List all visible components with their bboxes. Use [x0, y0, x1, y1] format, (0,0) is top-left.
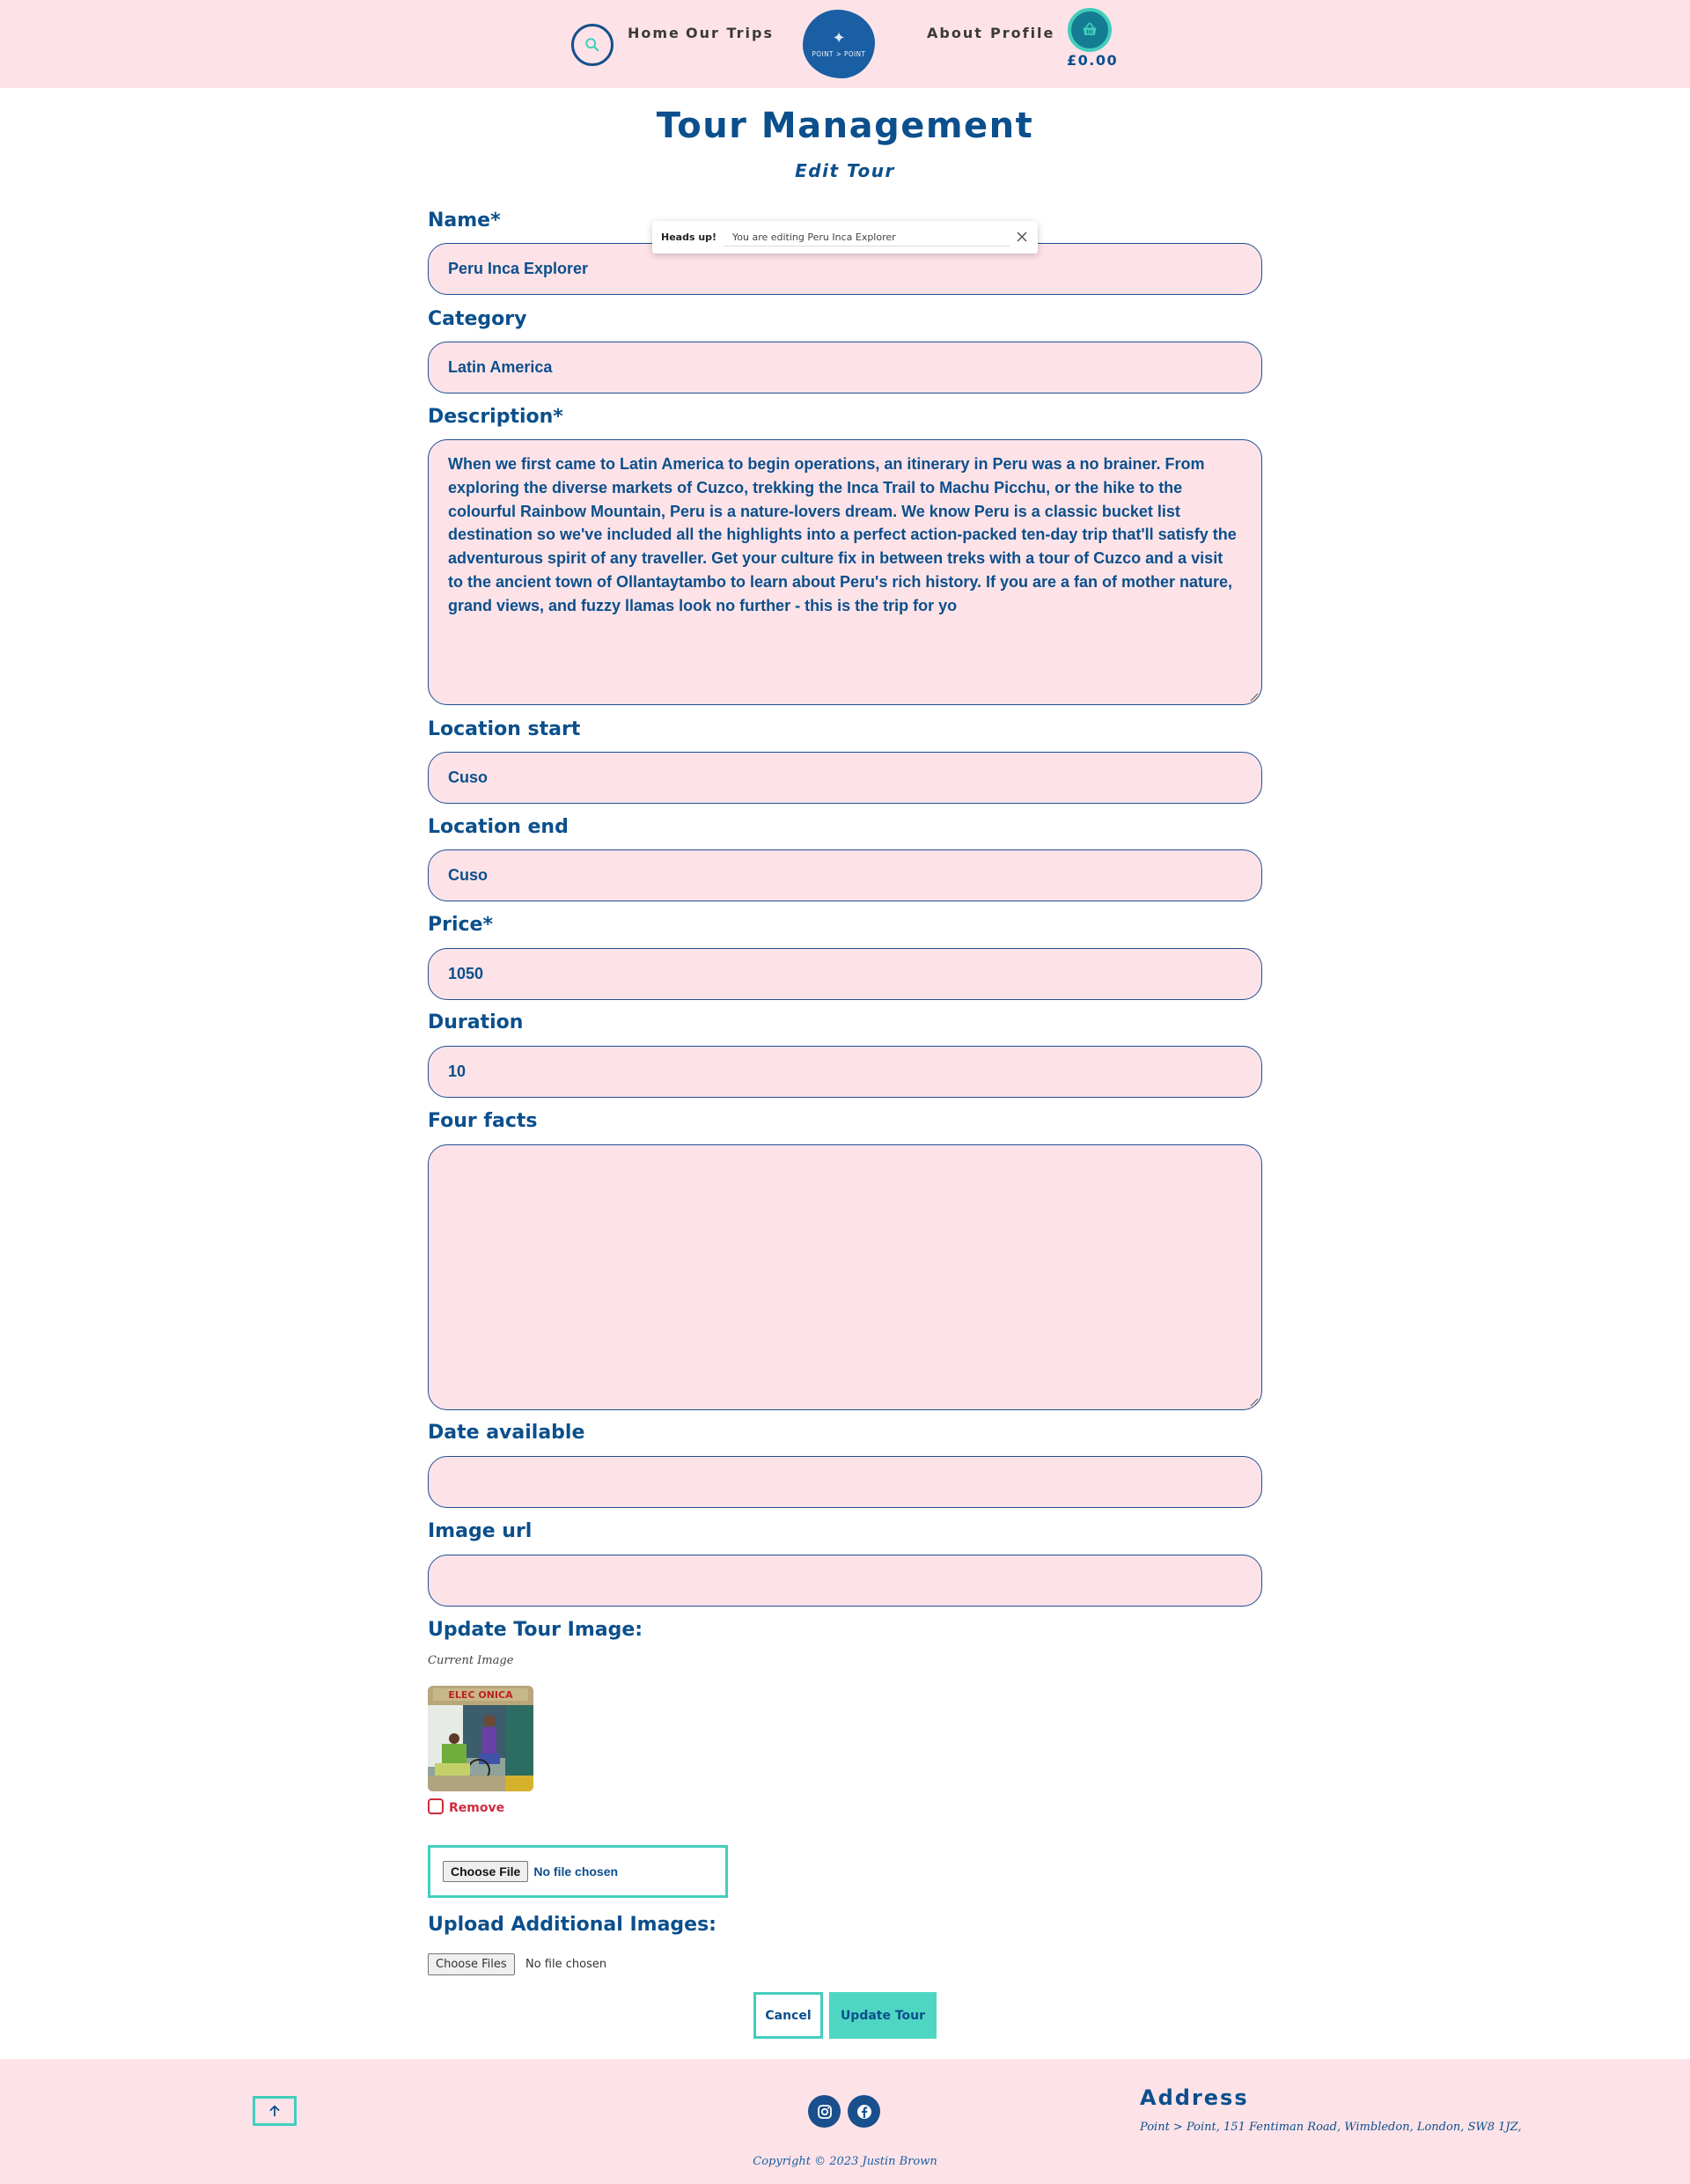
cancel-button[interactable]: Cancel: [753, 1992, 823, 2039]
close-icon[interactable]: [1015, 230, 1029, 244]
arrow-up-icon: [269, 2105, 280, 2117]
toast-message: You are editing Peru Inca Explorer: [724, 227, 1010, 246]
four-facts-textarea[interactable]: [428, 1144, 1262, 1410]
copyright: Copyright © 2023 Justin Brown: [753, 2155, 937, 2168]
files-status: No file chosen: [525, 1958, 607, 1971]
update-image-label: Update Tour Image:: [428, 1619, 643, 1641]
page-title: Tour Management: [656, 106, 1034, 146]
location-start-label: Location start: [428, 718, 581, 740]
choose-file-button[interactable]: Choose File: [443, 1861, 529, 1882]
page-subtitle: Edit Tour: [795, 160, 895, 181]
facebook-link[interactable]: [848, 2095, 880, 2128]
image-file-input[interactable]: Choose File No file chosen: [428, 1845, 728, 1898]
back-to-top-button[interactable]: [253, 2096, 297, 2126]
address-title: Address: [1140, 2085, 1249, 2110]
nav-home[interactable]: Home: [628, 25, 680, 41]
address-text: Point > Point, 151 Fentiman Road, Wimble…: [1140, 2121, 1522, 2134]
date-available-label: Date available: [428, 1422, 585, 1444]
price-label: Price*: [428, 914, 493, 936]
category-label: Category: [428, 308, 527, 330]
file-status: No file chosen: [533, 1864, 619, 1879]
duration-label: Duration: [428, 1011, 524, 1033]
update-tour-button[interactable]: Update Tour: [829, 1992, 937, 2039]
instagram-icon: [817, 2104, 832, 2119]
four-facts-label: Four facts: [428, 1110, 538, 1132]
choose-files-button[interactable]: Choose Files: [428, 1953, 515, 1975]
description-label: Description*: [428, 406, 563, 428]
instagram-link[interactable]: [808, 2095, 841, 2128]
location-end-input[interactable]: [428, 849, 1262, 901]
resize-grip-icon[interactable]: [1250, 1398, 1259, 1407]
location-end-label: Location end: [428, 816, 569, 838]
nav-our-trips[interactable]: Our Trips: [686, 25, 774, 41]
image-url-label: Image url: [428, 1520, 533, 1542]
location-start-input[interactable]: [428, 752, 1262, 804]
date-available-input[interactable]: [428, 1456, 1262, 1508]
name-label: Name*: [428, 210, 501, 232]
resize-grip-icon[interactable]: [1250, 693, 1259, 702]
additional-images-label: Upload Additional Images:: [428, 1914, 716, 1936]
description-textarea[interactable]: When we first came to Latin America to b…: [428, 439, 1262, 705]
nav-about[interactable]: About: [927, 25, 983, 41]
price-input[interactable]: [428, 948, 1262, 1000]
basket-icon: [1083, 22, 1097, 35]
current-tour-image: ELEC ONICA: [428, 1686, 533, 1791]
category-input[interactable]: [428, 342, 1262, 393]
duration-input[interactable]: [428, 1046, 1262, 1098]
image-url-input[interactable]: [428, 1555, 1262, 1607]
search-icon: [585, 38, 599, 52]
compass-icon: ✦: [832, 28, 846, 48]
site-logo[interactable]: ✦ POINT > POINT: [803, 10, 875, 78]
nav-profile[interactable]: Profile: [990, 25, 1054, 41]
svg-text:ELEC ONICA: ELEC ONICA: [448, 1689, 513, 1701]
facebook-icon: [856, 2104, 871, 2119]
basket-total: £0.00: [1067, 52, 1119, 69]
current-image-label: Current Image: [428, 1654, 514, 1667]
remove-image-checkbox[interactable]: [428, 1798, 444, 1814]
toast-heading: Heads up!: [661, 232, 717, 243]
remove-label: Remove: [449, 1801, 505, 1815]
basket-button[interactable]: [1068, 8, 1112, 52]
logo-text: POINT > POINT: [812, 49, 866, 58]
search-button[interactable]: [571, 24, 614, 66]
toast-notification: Heads up! You are editing Peru Inca Expl…: [652, 221, 1038, 254]
